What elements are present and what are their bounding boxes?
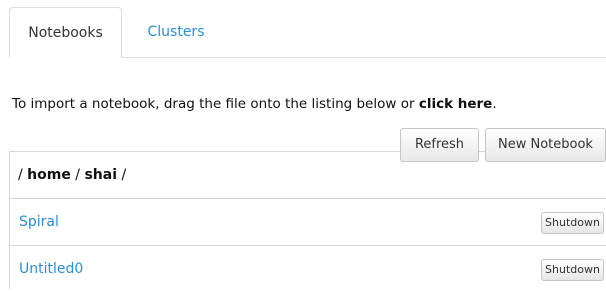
- tab-bar: Notebooks Clusters: [9, 7, 606, 58]
- notebook-link-spiral[interactable]: Spiral: [19, 199, 59, 245]
- click-here-link[interactable]: click here: [419, 96, 493, 112]
- list-item: Spiral Shutdown: [10, 199, 606, 246]
- import-instructions-suffix: .: [492, 96, 497, 112]
- import-instructions-text: To import a notebook, drag the file onto…: [12, 96, 419, 112]
- breadcrumb-home[interactable]: home: [27, 167, 71, 183]
- breadcrumb-separator: /: [75, 167, 81, 183]
- list-item: Untitled0 Shutdown: [10, 246, 606, 293]
- tab-notebooks[interactable]: Notebooks: [9, 7, 122, 58]
- breadcrumb-separator: /: [18, 167, 23, 183]
- notebook-listing: / home / shai / Spiral Shutdown Untitled…: [9, 151, 606, 289]
- refresh-button[interactable]: Refresh: [400, 128, 479, 162]
- new-notebook-button[interactable]: New Notebook: [485, 128, 606, 162]
- shutdown-button[interactable]: Shutdown: [541, 212, 604, 234]
- shutdown-button[interactable]: Shutdown: [541, 259, 604, 281]
- import-instructions: To import a notebook, drag the file onto…: [12, 96, 497, 112]
- breadcrumb-user[interactable]: shai: [84, 167, 117, 183]
- notebook-link-untitled0[interactable]: Untitled0: [19, 246, 83, 292]
- tab-clusters[interactable]: Clusters: [131, 7, 221, 57]
- breadcrumb-separator: /: [121, 167, 127, 183]
